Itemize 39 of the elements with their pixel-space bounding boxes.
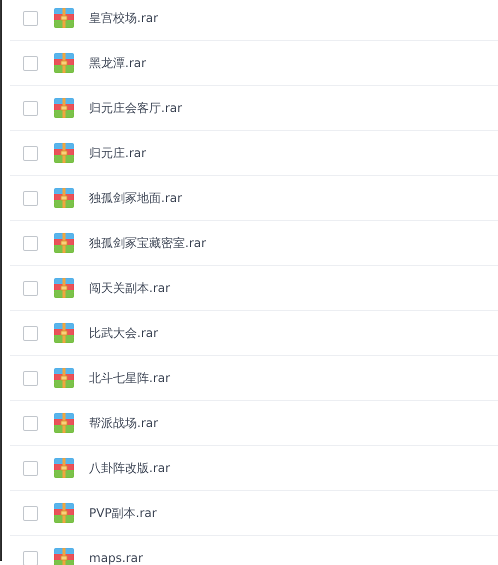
checkbox[interactable] (23, 506, 38, 520)
archive-icon (54, 188, 74, 208)
checkbox[interactable] (23, 326, 38, 340)
archive-icon (54, 143, 74, 163)
file-name[interactable]: 归元庄会客厅.rar (89, 100, 182, 116)
checkbox[interactable] (23, 416, 38, 430)
checkbox[interactable] (23, 10, 38, 26)
archive-icon (54, 278, 74, 298)
checkbox[interactable] (23, 236, 38, 250)
file-name[interactable]: 皇宫校场.rar (89, 10, 158, 26)
checkbox[interactable] (23, 56, 38, 70)
checkbox[interactable] (23, 550, 38, 565)
file-name[interactable]: 帮派战场.rar (89, 414, 158, 432)
archive-icon (54, 413, 74, 433)
archive-icon (54, 503, 74, 523)
file-name[interactable]: 黑龙潭.rar (89, 54, 146, 72)
file-name[interactable]: 闯天关副本.rar (89, 280, 170, 296)
checkbox[interactable] (23, 370, 38, 386)
archive-icon (54, 233, 74, 253)
file-name[interactable]: 独孤剑冢宝藏密室.rar (89, 234, 206, 252)
archive-icon (54, 53, 74, 73)
checkbox[interactable] (23, 460, 38, 476)
file-name[interactable]: PVP副本.rar (89, 504, 157, 522)
checkbox[interactable] (23, 100, 38, 116)
archive-icon (54, 548, 74, 565)
archive-icon (54, 8, 74, 28)
file-name[interactable]: 八卦阵改版.rar (89, 460, 170, 476)
archive-icon (54, 458, 74, 478)
file-name[interactable]: maps.rar (89, 551, 143, 565)
file-name[interactable]: 归元庄.rar (89, 144, 146, 162)
archive-icon (54, 323, 74, 343)
file-name[interactable]: 比武大会.rar (89, 324, 158, 342)
checkbox[interactable] (23, 280, 38, 296)
archive-icon (54, 368, 74, 388)
checkbox[interactable] (23, 190, 38, 206)
archive-icon (54, 98, 74, 118)
checkbox[interactable] (23, 146, 38, 160)
file-name[interactable]: 独孤剑冢地面.rar (89, 190, 182, 206)
file-name[interactable]: 北斗七星阵.rar (89, 370, 170, 386)
